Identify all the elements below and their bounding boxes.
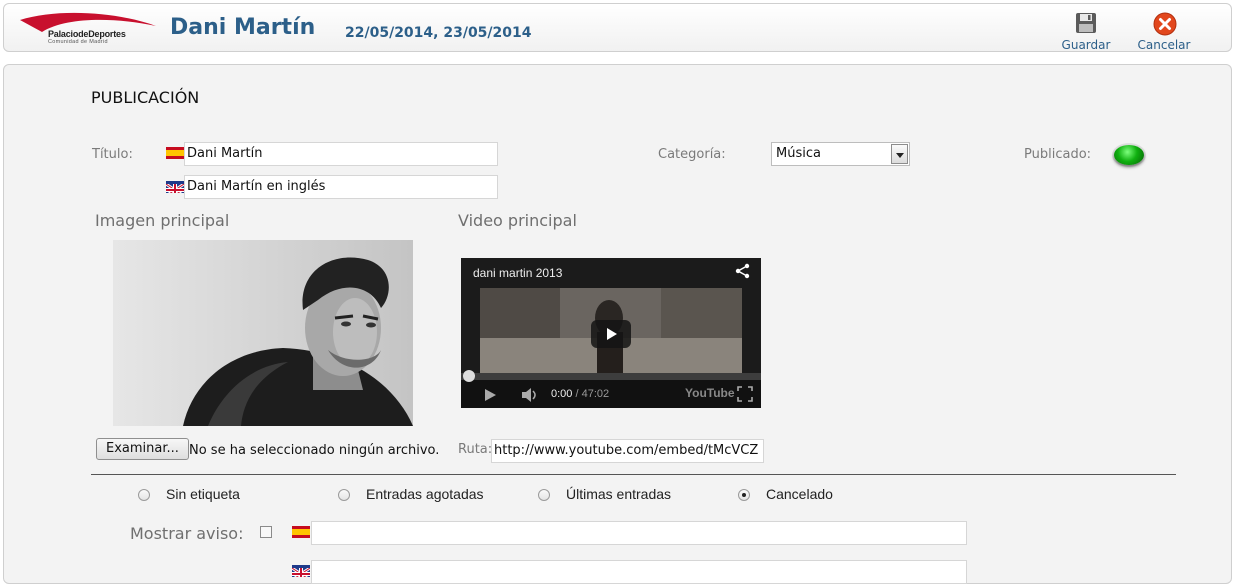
save-label: Guardar [1061,38,1111,52]
chevron-down-icon [891,144,908,164]
publication-panel: PUBLICACIÓN Título: Dani Martín Dani Mar… [3,64,1232,584]
main-video-heading: Video principal [458,211,577,230]
radio-cancelado[interactable] [738,489,750,501]
floppy-disk-icon [1075,12,1097,38]
notice-en-input[interactable] [311,560,967,584]
radio-sin-etiqueta[interactable] [138,489,150,501]
fullscreen-icon[interactable] [737,386,753,406]
palacio-deportes-logo: PalaciodeDeportes Comunidad de Madrid [18,10,158,48]
radio-label-sin-etiqueta: Sin etiqueta [166,486,240,502]
share-icon[interactable] [735,263,751,283]
category-label: Categoría: [658,147,726,162]
cancel-button[interactable]: Cancelar [1134,10,1194,52]
uk-flag-icon [166,181,184,193]
radio-label-entradas-agotadas: Entradas agotadas [366,486,484,502]
event-dates: 22/05/2014, 23/05/2014 [345,25,532,41]
top-bar: PalaciodeDeportes Comunidad de Madrid Da… [3,3,1232,52]
video-duration: / 47:02 [575,388,610,400]
radio-label-ultimas-entradas: Últimas entradas [566,486,672,502]
section-title: PUBLICACIÓN [91,88,200,107]
notice-es-input[interactable] [311,521,967,545]
logo-subtext: Comunidad de Madrid [48,39,108,45]
youtube-video-player[interactable]: dani martin 2013 0:00 / 47:02 YouTube [461,258,761,408]
title-es-input[interactable]: Dani Martín [184,142,498,166]
video-current-time: 0:00 [551,388,573,400]
browse-button[interactable]: Examinar... [96,438,189,460]
cancel-label: Cancelar [1137,38,1191,52]
progress-scrubber[interactable] [463,370,475,382]
video-route-input[interactable]: http://www.youtube.com/embed/tMcVCZ [491,439,764,463]
spain-flag-icon [292,526,310,538]
title-label: Título: [92,147,133,162]
divider [91,474,1176,475]
route-label: Ruta: [458,442,493,457]
show-notice-checkbox[interactable] [260,526,272,538]
radio-ultimas-entradas[interactable] [538,489,550,501]
published-status-led[interactable] [1114,145,1144,165]
show-notice-label: Mostrar aviso: [130,524,244,543]
event-title: Dani Martín [170,15,316,40]
radio-entradas-agotadas[interactable] [338,489,350,501]
title-en-input[interactable]: Dani Martín en inglés [184,175,498,199]
no-file-selected-text: No se ha seleccionado ningún archivo. [189,443,440,458]
radio-label-cancelado: Cancelado [766,486,833,502]
category-value: Música [776,146,821,161]
video-time: 0:00 / 47:02 [551,388,609,400]
cancel-x-icon [1153,12,1177,40]
category-select[interactable]: Música [771,142,910,166]
video-title: dani martin 2013 [473,266,563,280]
youtube-logo[interactable]: YouTube [685,386,735,400]
play-icon[interactable] [483,387,497,406]
volume-icon[interactable] [521,387,539,406]
published-label: Publicado: [1024,147,1092,162]
logo-text: PalaciodeDeportes [48,29,126,39]
save-button[interactable]: Guardar [1056,10,1116,52]
main-image [113,240,413,426]
main-image-heading: Imagen principal [95,211,230,230]
play-button[interactable] [591,320,631,348]
uk-flag-icon [292,565,310,577]
spain-flag-icon [166,147,184,159]
